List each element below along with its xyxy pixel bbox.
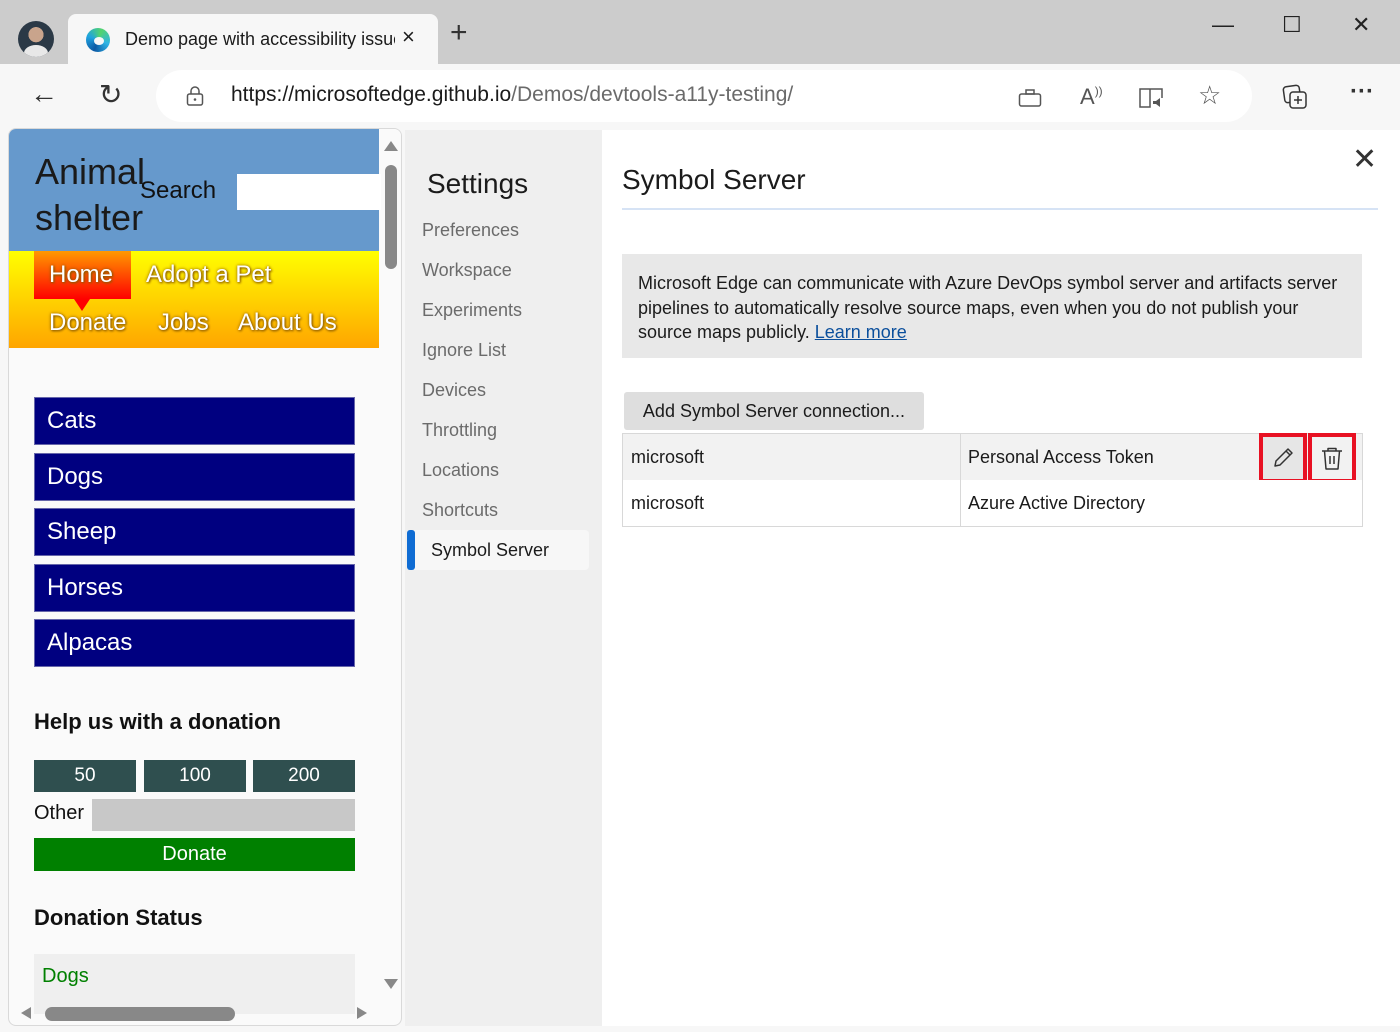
table-row[interactable]: microsoft Azure Active Directory <box>623 480 1362 526</box>
nav-link-donate[interactable]: Donate <box>49 309 126 337</box>
vertical-scroll-thumb[interactable] <box>385 165 397 269</box>
delete-connection-button[interactable] <box>1308 433 1356 483</box>
collections-icon[interactable] <box>1282 84 1308 110</box>
settings-sidebar: Settings Preferences Workspace Experimen… <box>405 130 602 1026</box>
auth-type-cell: Azure Active Directory <box>968 493 1146 513</box>
auth-type-cell: Personal Access Token <box>968 447 1154 467</box>
browser-content: Animal shelter Search Home Adopt a Pet D… <box>0 128 1400 1032</box>
other-amount-input[interactable] <box>92 799 355 831</box>
search-input[interactable] <box>237 174 387 210</box>
profile-avatar[interactable] <box>18 21 54 57</box>
favorite-star-icon[interactable]: ☆ <box>1198 80 1221 111</box>
address-bar[interactable]: https://microsoftedge.github.io/Demos/de… <box>156 70 1252 122</box>
organization-cell: microsoft <box>631 447 705 467</box>
amount-button-50[interactable]: 50 <box>34 760 136 792</box>
scroll-right-arrow-icon[interactable] <box>357 1007 367 1019</box>
pencil-icon <box>1274 448 1293 467</box>
settings-item-symbol-server[interactable]: Symbol Server <box>407 530 589 570</box>
settings-item-ignore-list[interactable]: Ignore List <box>422 340 506 361</box>
animal-button-horses[interactable]: Horses <box>34 564 355 612</box>
settings-item-devices[interactable]: Devices <box>422 380 486 401</box>
info-description: Microsoft Edge can communicate with Azur… <box>638 273 1338 342</box>
back-button[interactable]: ← <box>30 78 58 110</box>
new-tab-button[interactable]: + <box>450 18 468 48</box>
url-path: /Demos/devtools-a11y-testing/ <box>511 83 794 106</box>
animal-button-cats[interactable]: Cats <box>34 397 355 445</box>
amount-button-100[interactable]: 100 <box>144 760 246 792</box>
edit-connection-button[interactable] <box>1259 433 1307 483</box>
more-menu-icon[interactable]: ··· <box>1350 78 1374 106</box>
browser-tab[interactable]: Demo page with accessibility issues × <box>68 14 438 64</box>
settings-item-preferences[interactable]: Preferences <box>422 220 519 241</box>
donation-status-item: Dogs <box>42 965 89 987</box>
immersive-reader-icon[interactable] <box>1138 86 1166 110</box>
donation-status-heading: Donation Status <box>34 905 203 930</box>
close-window-button[interactable]: ✕ <box>1352 12 1370 38</box>
column-divider <box>960 434 961 526</box>
add-symbol-server-button[interactable]: Add Symbol Server connection... <box>624 392 924 430</box>
donation-status-box: Dogs <box>34 954 355 1014</box>
edge-logo-icon <box>86 28 110 52</box>
organization-cell: microsoft <box>631 493 705 513</box>
settings-item-experiments[interactable]: Experiments <box>422 300 522 321</box>
amount-button-200[interactable]: 200 <box>253 760 355 792</box>
site-title-line1: Animal <box>35 151 146 192</box>
settings-title: Settings <box>427 168 529 199</box>
search-label: Search <box>140 177 217 204</box>
browser-toolbar: ← ↻ https://microsoftedge.github.io/Demo… <box>0 64 1400 128</box>
refresh-button[interactable]: ↻ <box>99 78 122 111</box>
nav-link-adopt[interactable]: Adopt a Pet <box>146 261 271 289</box>
tab-close-icon[interactable]: × <box>402 24 415 50</box>
maximize-button[interactable]: ☐ <box>1282 12 1302 38</box>
animal-button-sheep[interactable]: Sheep <box>34 508 355 556</box>
url-host: https://microsoftedge.github.io <box>231 83 512 106</box>
info-box: Microsoft Edge can communicate with Azur… <box>622 254 1362 358</box>
scroll-up-arrow-icon[interactable] <box>384 141 398 151</box>
connections-table: microsoft Personal Access Token microsof… <box>622 433 1363 527</box>
settings-item-shortcuts[interactable]: Shortcuts <box>422 500 498 521</box>
table-row[interactable]: microsoft Personal Access Token <box>623 433 1362 483</box>
site-nav: Home Adopt a Pet Donate Jobs About Us <box>9 251 379 348</box>
app-available-icon[interactable] <box>1018 88 1042 108</box>
nav-link-jobs[interactable]: Jobs <box>158 309 209 337</box>
read-aloud-glyph: A <box>1080 84 1095 109</box>
horizontal-scroll-thumb[interactable] <box>45 1007 235 1021</box>
minimize-button[interactable]: — <box>1212 12 1234 38</box>
donation-heading: Help us with a donation <box>34 709 281 734</box>
close-settings-icon[interactable]: ✕ <box>1352 142 1377 177</box>
site-title: Animal shelter <box>35 149 145 241</box>
tab-title: Demo page with accessibility issues <box>125 29 395 49</box>
title-bar: Demo page with accessibility issues × + … <box>0 0 1400 64</box>
settings-item-throttling[interactable]: Throttling <box>422 420 497 441</box>
site-title-line2: shelter <box>35 197 144 238</box>
donate-button[interactable]: Donate <box>34 838 355 871</box>
site-header: Animal shelter Search <box>9 129 387 251</box>
url-text[interactable]: https://microsoftedge.github.io/Demos/de… <box>231 83 793 107</box>
animal-button-alpacas[interactable]: Alpacas <box>34 619 355 667</box>
nav-link-home[interactable]: Home <box>49 261 113 289</box>
other-amount-label: Other <box>34 802 85 824</box>
webpage-viewport: Animal shelter Search Home Adopt a Pet D… <box>8 128 402 1026</box>
scroll-down-arrow-icon[interactable] <box>384 979 398 989</box>
panel-title: Symbol Server <box>622 164 806 195</box>
animal-button-dogs[interactable]: Dogs <box>34 453 355 501</box>
settings-item-workspace[interactable]: Workspace <box>422 260 512 281</box>
scroll-left-arrow-icon[interactable] <box>21 1007 31 1019</box>
trash-icon <box>1322 447 1342 470</box>
learn-more-link[interactable]: Learn more <box>815 322 907 342</box>
symbol-server-panel: ✕ Symbol Server Microsoft Edge can commu… <box>602 130 1400 1026</box>
lock-icon[interactable] <box>186 86 204 106</box>
sound-waves: )) <box>1094 84 1103 98</box>
settings-item-locations[interactable]: Locations <box>422 460 499 481</box>
title-divider <box>622 208 1378 210</box>
nav-link-about[interactable]: About Us <box>238 309 337 337</box>
read-aloud-icon[interactable]: A)) <box>1080 84 1103 110</box>
